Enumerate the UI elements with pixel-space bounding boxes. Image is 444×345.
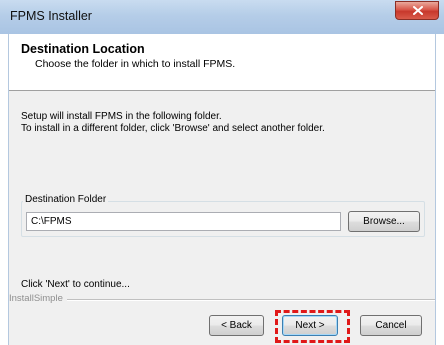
header-panel: Destination Location Choose the folder i… xyxy=(9,34,435,91)
close-button[interactable] xyxy=(395,1,439,20)
window-title: FPMS Installer xyxy=(10,9,92,23)
continue-instruction: Click 'Next' to continue... xyxy=(21,279,130,290)
brand-divider xyxy=(9,299,435,301)
browse-button[interactable]: Browse... xyxy=(348,211,420,232)
brand-label: InstallSimple xyxy=(9,293,67,304)
client-area: Destination Location Choose the folder i… xyxy=(8,34,436,345)
page-title: Destination Location xyxy=(21,42,145,56)
info-text-line2: To install in a different folder, click … xyxy=(21,123,325,134)
page-subtitle: Choose the folder in which to install FP… xyxy=(35,58,236,70)
cancel-button[interactable]: Cancel xyxy=(360,315,422,336)
installer-window: FPMS Installer Destination Location Choo… xyxy=(0,0,444,345)
title-bar[interactable]: FPMS Installer xyxy=(0,0,444,34)
destination-folder-label: Destination Folder xyxy=(23,194,109,205)
back-button[interactable]: < Back xyxy=(209,315,264,336)
close-icon xyxy=(413,6,423,15)
next-button-highlight xyxy=(275,310,350,343)
destination-folder-input[interactable] xyxy=(26,212,341,231)
info-text-line1: Setup will install FPMS in the following… xyxy=(21,111,222,122)
